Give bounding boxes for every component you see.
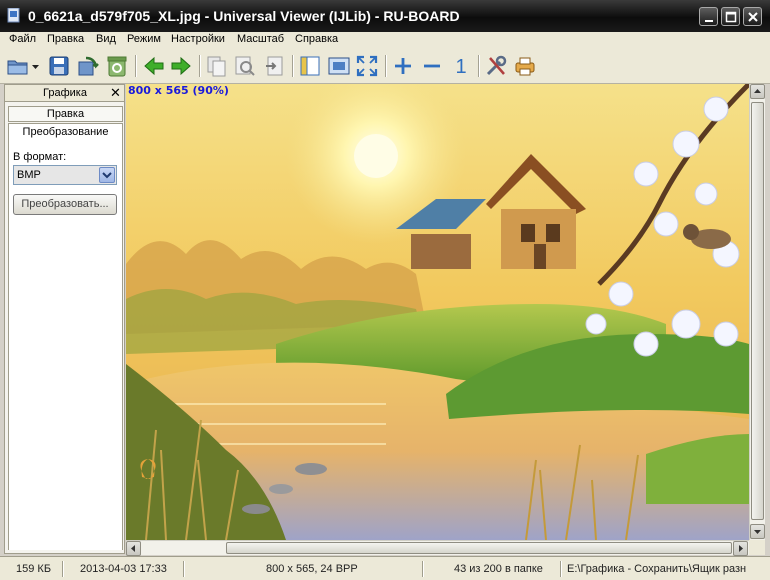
window-title: 0_6621a_d579f705_XL.jpg - Universal View… [28,8,460,24]
minimize-button[interactable] [699,7,718,26]
dropdown-arrow-icon[interactable] [31,54,40,78]
toolbar-separator [135,55,137,77]
maximize-button[interactable] [721,7,740,26]
fullscreen-icon[interactable] [355,54,379,78]
recycle-icon[interactable] [105,54,129,78]
scroll-left-icon[interactable] [126,541,141,556]
menu-mode[interactable]: Режим [127,33,161,45]
status-position: 43 из 200 в папке [454,563,543,575]
status-separator [183,561,185,577]
toolbar-separator [385,55,387,77]
status-bar: 159 КБ 2013-04-03 17:33 800 x 565, 24 BP… [0,556,770,580]
status-separator [422,561,424,577]
panel-header: Графика ✕ [5,85,124,102]
status-separator [560,561,562,577]
format-select[interactable]: BMP [13,165,117,185]
status-dimensions: 800 x 565, 24 BPP [266,563,358,575]
tools-icon[interactable] [484,54,508,78]
zoom-in-icon[interactable] [391,54,415,78]
actual-size-label: 1 [455,56,466,78]
zoom-page-icon[interactable] [233,54,257,78]
app-window: 0_6621a_d579f705_XL.jpg - Universal View… [0,0,770,580]
vertical-scrollbar[interactable] [749,84,765,540]
panel-title: Графика [43,87,87,99]
toolbar-separator [478,55,480,77]
close-button[interactable] [743,7,762,26]
fit-window-icon[interactable] [327,54,351,78]
title-bar[interactable]: 0_6621a_d579f705_XL.jpg - Universal View… [0,0,770,32]
print-icon[interactable] [513,54,537,78]
toolbar-separator [292,55,294,77]
export-icon[interactable] [76,54,100,78]
toolbar-separator [199,55,201,77]
format-value: BMP [17,169,41,181]
menu-edit[interactable]: Правка [47,33,84,45]
open-folder-icon[interactable] [6,54,30,78]
copy-icon[interactable] [205,54,229,78]
menu-view[interactable]: Вид [96,33,116,45]
horizontal-scroll-thumb[interactable] [226,542,732,554]
menu-zoom[interactable]: Масштаб [237,33,284,45]
status-separator [62,561,64,577]
graphics-panel: Графика ✕ Правка Преобразование В формат… [4,84,125,554]
image-info: 800 x 565 (90%) [128,84,229,97]
page-arrow-icon[interactable] [262,54,286,78]
actual-size-icon[interactable]: 1 [449,54,473,78]
scroll-up-icon[interactable] [750,84,765,99]
tab-edit[interactable]: Правка [8,106,123,122]
horizontal-scrollbar[interactable] [126,540,749,556]
image-viewer[interactable]: 800 x 565 (90%) [126,84,749,540]
save-icon[interactable] [47,54,71,78]
arrow-right-icon[interactable] [169,54,193,78]
tab-convert[interactable]: Преобразование [8,123,123,141]
convert-button[interactable]: Преобразовать... [13,194,117,215]
menu-bar: Файл Правка Вид Режим Настройки Масштаб … [0,32,770,49]
status-path: E:\Графика - Сохранить\Ящик разн [567,563,747,575]
scroll-corner [749,540,765,555]
menu-help[interactable]: Справка [295,33,338,45]
close-icon[interactable]: ✕ [110,86,121,99]
status-date: 2013-04-03 17:33 [80,563,167,575]
zoom-out-icon[interactable] [420,54,444,78]
scroll-right-icon[interactable] [733,541,748,556]
arrow-left-icon[interactable] [142,54,166,78]
status-file-size: 159 КБ [16,563,52,575]
toolbar: 1 [0,49,770,84]
menu-settings[interactable]: Настройки [171,33,225,45]
format-label: В формат: [13,151,67,163]
panel-icon[interactable] [298,54,322,78]
app-icon [7,7,21,24]
chevron-down-icon[interactable] [99,167,115,183]
landscape-image [126,84,749,540]
scroll-down-icon[interactable] [750,524,765,539]
vertical-scroll-thumb[interactable] [751,102,764,520]
menu-file[interactable]: Файл [9,33,36,45]
